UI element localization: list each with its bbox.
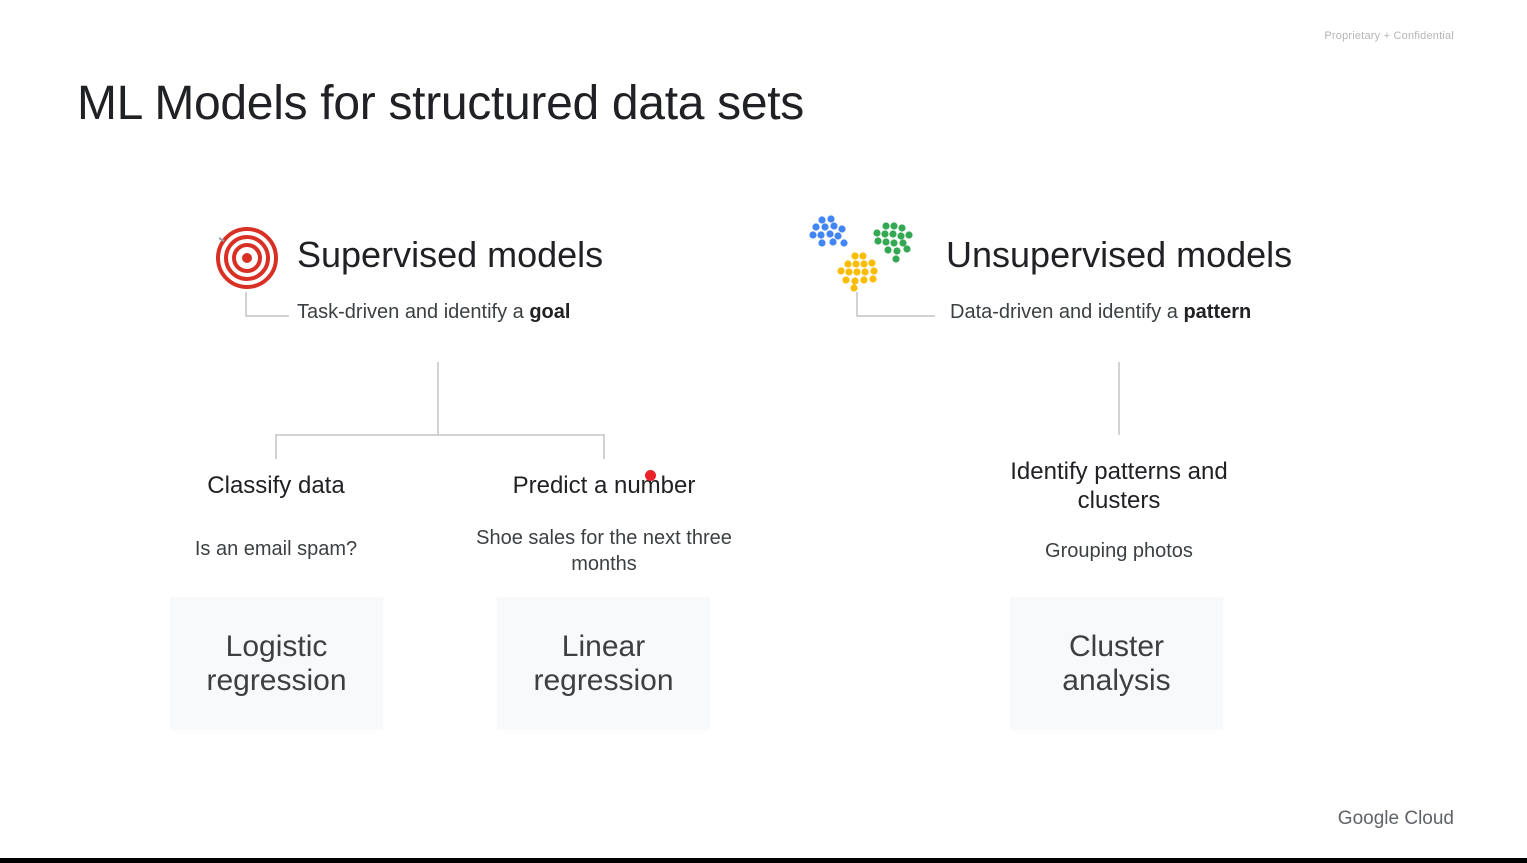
- unsupervised-subtitle-bold: pattern: [1183, 301, 1252, 323]
- supervised-heading: Supervised models: [297, 234, 604, 275]
- unsupervised-elbow-line: [856, 292, 935, 317]
- linear-regression-card: Linear regression: [497, 597, 710, 730]
- supervised-subtitle-text: Task-driven and identify a: [297, 301, 530, 323]
- bottom-bar: [0, 858, 1527, 863]
- linear-regression-label: Linear regression: [533, 629, 674, 697]
- identify-patterns-title: Identify patterns and clusters: [1010, 458, 1228, 514]
- supervised-elbow-line: [245, 292, 289, 317]
- blue-cluster: [809, 215, 848, 247]
- supervised-subtitle: Task-driven and identify a goal: [297, 301, 570, 324]
- classify-data-title: Classify data: [207, 472, 345, 499]
- unsupervised-subtitle-text: Data-driven and identify a: [950, 301, 1184, 323]
- supervised-branch-line: [275, 434, 605, 459]
- yellow-cluster: [837, 252, 878, 292]
- predict-number-example: Shoe sales for the next three months: [476, 527, 732, 575]
- dot-clusters-icon: [809, 215, 913, 292]
- google-cloud-logo: Google Cloud: [1337, 808, 1454, 829]
- predict-number-title: Predict a number: [512, 472, 696, 499]
- supervised-subtitle-bold: goal: [529, 301, 571, 323]
- identify-patterns-example: Grouping photos: [1045, 540, 1193, 562]
- cluster-analysis-card: Cluster analysis: [1010, 597, 1223, 730]
- slide: Proprietary + Confidential ML Models for…: [0, 0, 1527, 858]
- unsupervised-subtitle: Data-driven and identify a pattern: [950, 301, 1251, 324]
- cluster-analysis-label: Cluster analysis: [1062, 629, 1171, 697]
- green-cluster: [873, 222, 913, 263]
- classify-data-example: Is an email spam?: [194, 538, 358, 560]
- target-icon: [216, 227, 278, 289]
- pointer-dot: [645, 470, 656, 481]
- logistic-regression-label: Logistic regression: [206, 629, 347, 697]
- unsupervised-heading: Unsupervised models: [946, 234, 1293, 275]
- logistic-regression-card: Logistic regression: [170, 597, 383, 730]
